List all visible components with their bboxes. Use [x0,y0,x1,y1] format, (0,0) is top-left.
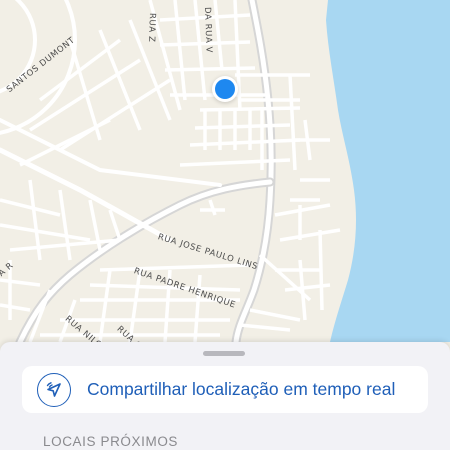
street-label-rua-v: DA RUA V [202,6,214,54]
location-share-icon [37,372,71,407]
share-live-location-label: Compartilhar localização em tempo real [87,379,396,399]
current-location-dot[interactable] [215,79,235,99]
nearby-places-header: LOCAIS PRÓXIMOS [43,434,179,449]
bottom-sheet[interactable]: Compartilhar localização em tempo real L… [0,342,450,450]
street-label-rua-z: RUA Z [145,12,157,43]
share-live-location-button[interactable]: Compartilhar localização em tempo real [22,366,428,413]
sheet-grabber-handle[interactable] [203,351,245,356]
